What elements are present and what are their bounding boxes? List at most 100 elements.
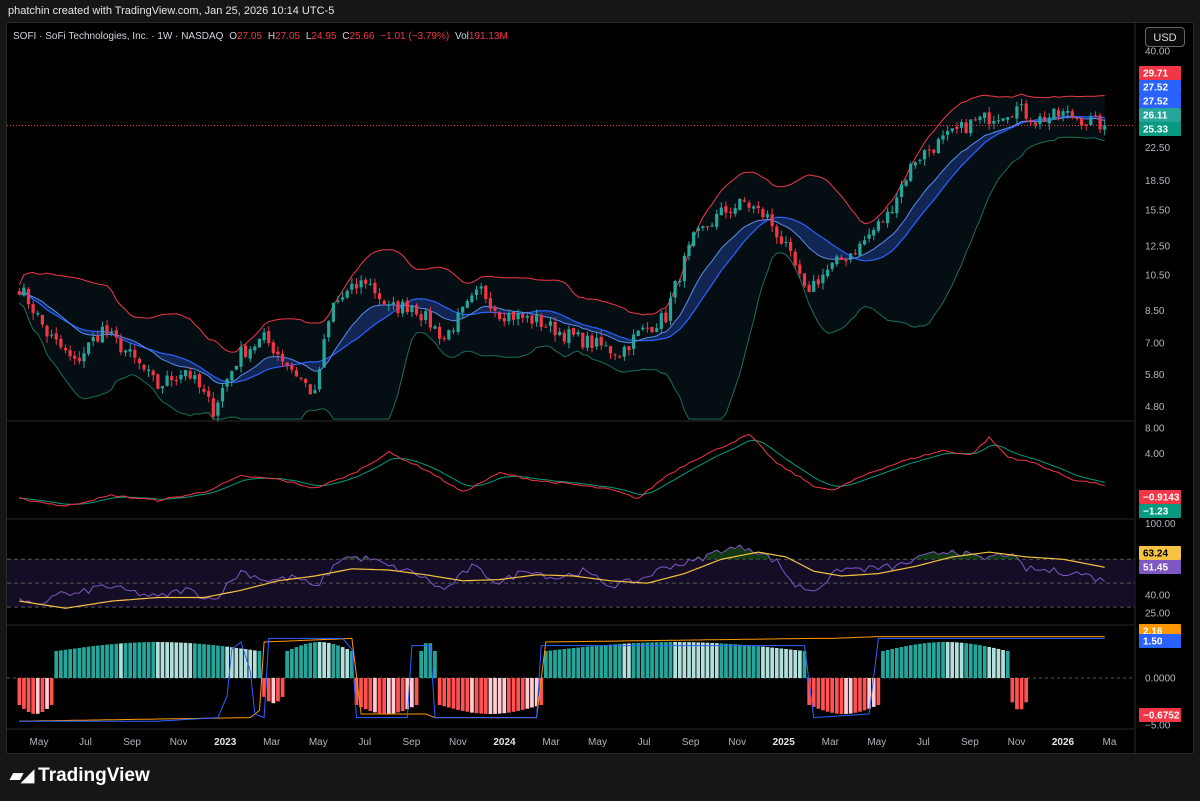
- candle-body[interactable]: [752, 206, 756, 209]
- candle-body[interactable]: [91, 337, 95, 342]
- histogram-bar[interactable]: [511, 678, 516, 712]
- candle-body[interactable]: [807, 284, 811, 292]
- candle-body[interactable]: [387, 304, 391, 306]
- histogram-bar[interactable]: [285, 651, 289, 678]
- candle-body[interactable]: [1006, 117, 1010, 120]
- candle-body[interactable]: [433, 326, 437, 329]
- histogram-bar[interactable]: [631, 643, 636, 678]
- candle-body[interactable]: [987, 112, 991, 125]
- histogram-bar[interactable]: [1005, 651, 1010, 678]
- histogram-bar[interactable]: [206, 644, 211, 678]
- histogram-bar[interactable]: [54, 651, 59, 678]
- histogram-bar[interactable]: [410, 678, 414, 708]
- histogram-bar[interactable]: [470, 678, 474, 713]
- histogram-bar[interactable]: [317, 642, 322, 678]
- histogram-bar[interactable]: [627, 643, 631, 678]
- oscillator-panel[interactable]: [7, 636, 1135, 722]
- candle-body[interactable]: [779, 236, 783, 244]
- candle-body[interactable]: [1080, 118, 1084, 126]
- histogram-bar[interactable]: [862, 678, 867, 711]
- candle-body[interactable]: [304, 379, 308, 383]
- candle-body[interactable]: [110, 331, 114, 334]
- candle-body[interactable]: [668, 298, 673, 321]
- candle-body[interactable]: [147, 369, 151, 371]
- candle-body[interactable]: [285, 362, 289, 366]
- histogram-bar[interactable]: [548, 650, 553, 679]
- candle-body[interactable]: [835, 256, 839, 265]
- candle-body[interactable]: [119, 338, 123, 353]
- histogram-bar[interactable]: [336, 645, 340, 678]
- histogram-bar[interactable]: [239, 648, 243, 679]
- histogram-bar[interactable]: [507, 678, 511, 713]
- candle-body[interactable]: [521, 313, 525, 318]
- histogram-bar[interactable]: [562, 649, 567, 678]
- histogram-bar[interactable]: [433, 651, 437, 678]
- histogram-bar[interactable]: [576, 647, 580, 678]
- candle-body[interactable]: [645, 327, 649, 329]
- candle-body[interactable]: [73, 355, 77, 359]
- time-axis[interactable]: May Jul Sep Nov 2023 Mar May Jul Sep Nov 2024 Mar Ma…: [30, 737, 1117, 748]
- histogram-bar[interactable]: [742, 645, 747, 678]
- candle-body[interactable]: [341, 297, 345, 300]
- histogram-bar[interactable]: [571, 648, 576, 678]
- histogram-bar[interactable]: [557, 649, 562, 679]
- histogram-bar[interactable]: [128, 642, 132, 678]
- candle-body[interactable]: [451, 330, 455, 332]
- candle-body[interactable]: [687, 244, 691, 256]
- candle-body[interactable]: [1061, 111, 1065, 116]
- candle-body[interactable]: [105, 325, 109, 334]
- candle-body[interactable]: [239, 347, 243, 367]
- histogram-bar[interactable]: [973, 644, 978, 679]
- histogram-bar[interactable]: [82, 647, 86, 678]
- histogram-bar[interactable]: [35, 678, 40, 714]
- histogram-bar[interactable]: [49, 678, 54, 705]
- histogram-bar[interactable]: [40, 678, 45, 712]
- candle-body[interactable]: [816, 279, 820, 285]
- candle-body[interactable]: [1066, 111, 1070, 113]
- price-panel[interactable]: [7, 93, 1135, 422]
- histogram-bar[interactable]: [257, 651, 262, 678]
- candle-body[interactable]: [276, 351, 280, 355]
- histogram-bar[interactable]: [114, 643, 119, 678]
- candle-body[interactable]: [941, 135, 945, 140]
- candle-body[interactable]: [68, 350, 72, 357]
- candle-body[interactable]: [798, 264, 802, 274]
- histogram-bar[interactable]: [266, 678, 271, 702]
- histogram-bar[interactable]: [645, 642, 650, 679]
- histogram-bar[interactable]: [955, 642, 959, 678]
- histogram-bar[interactable]: [617, 644, 622, 678]
- macd-panel[interactable]: [19, 433, 1105, 507]
- candle-body[interactable]: [895, 197, 899, 214]
- candle-body[interactable]: [142, 364, 146, 370]
- candle-body[interactable]: [710, 225, 714, 227]
- candle-body[interactable]: [1056, 110, 1061, 117]
- candle-body[interactable]: [354, 283, 359, 289]
- histogram-bar[interactable]: [881, 651, 885, 678]
- candle-body[interactable]: [830, 262, 834, 269]
- histogram-bar[interactable]: [580, 647, 585, 678]
- candle-body[interactable]: [632, 334, 636, 349]
- histogram-bar[interactable]: [423, 643, 428, 678]
- histogram-bar[interactable]: [798, 650, 802, 679]
- histogram-bar[interactable]: [959, 642, 964, 678]
- candle-body[interactable]: [927, 149, 931, 151]
- candle-body[interactable]: [539, 314, 543, 327]
- candle-body[interactable]: [595, 337, 599, 347]
- histogram-bar[interactable]: [437, 678, 442, 705]
- candle-body[interactable]: [636, 330, 640, 336]
- histogram-bar[interactable]: [853, 678, 858, 713]
- histogram-bar[interactable]: [608, 644, 613, 678]
- candle-body[interactable]: [544, 326, 548, 328]
- histogram-bar[interactable]: [876, 678, 881, 705]
- candle-body[interactable]: [170, 376, 174, 381]
- candle-body[interactable]: [63, 347, 68, 351]
- histogram-bar[interactable]: [530, 678, 534, 708]
- candle-body[interactable]: [525, 315, 529, 318]
- histogram-bar[interactable]: [890, 648, 895, 678]
- histogram-bar[interactable]: [280, 678, 285, 697]
- candle-body[interactable]: [599, 336, 603, 346]
- candle-body[interactable]: [1024, 103, 1028, 119]
- candle-body[interactable]: [770, 214, 774, 227]
- histogram-bar[interactable]: [1001, 650, 1005, 678]
- candle-body[interactable]: [802, 273, 807, 286]
